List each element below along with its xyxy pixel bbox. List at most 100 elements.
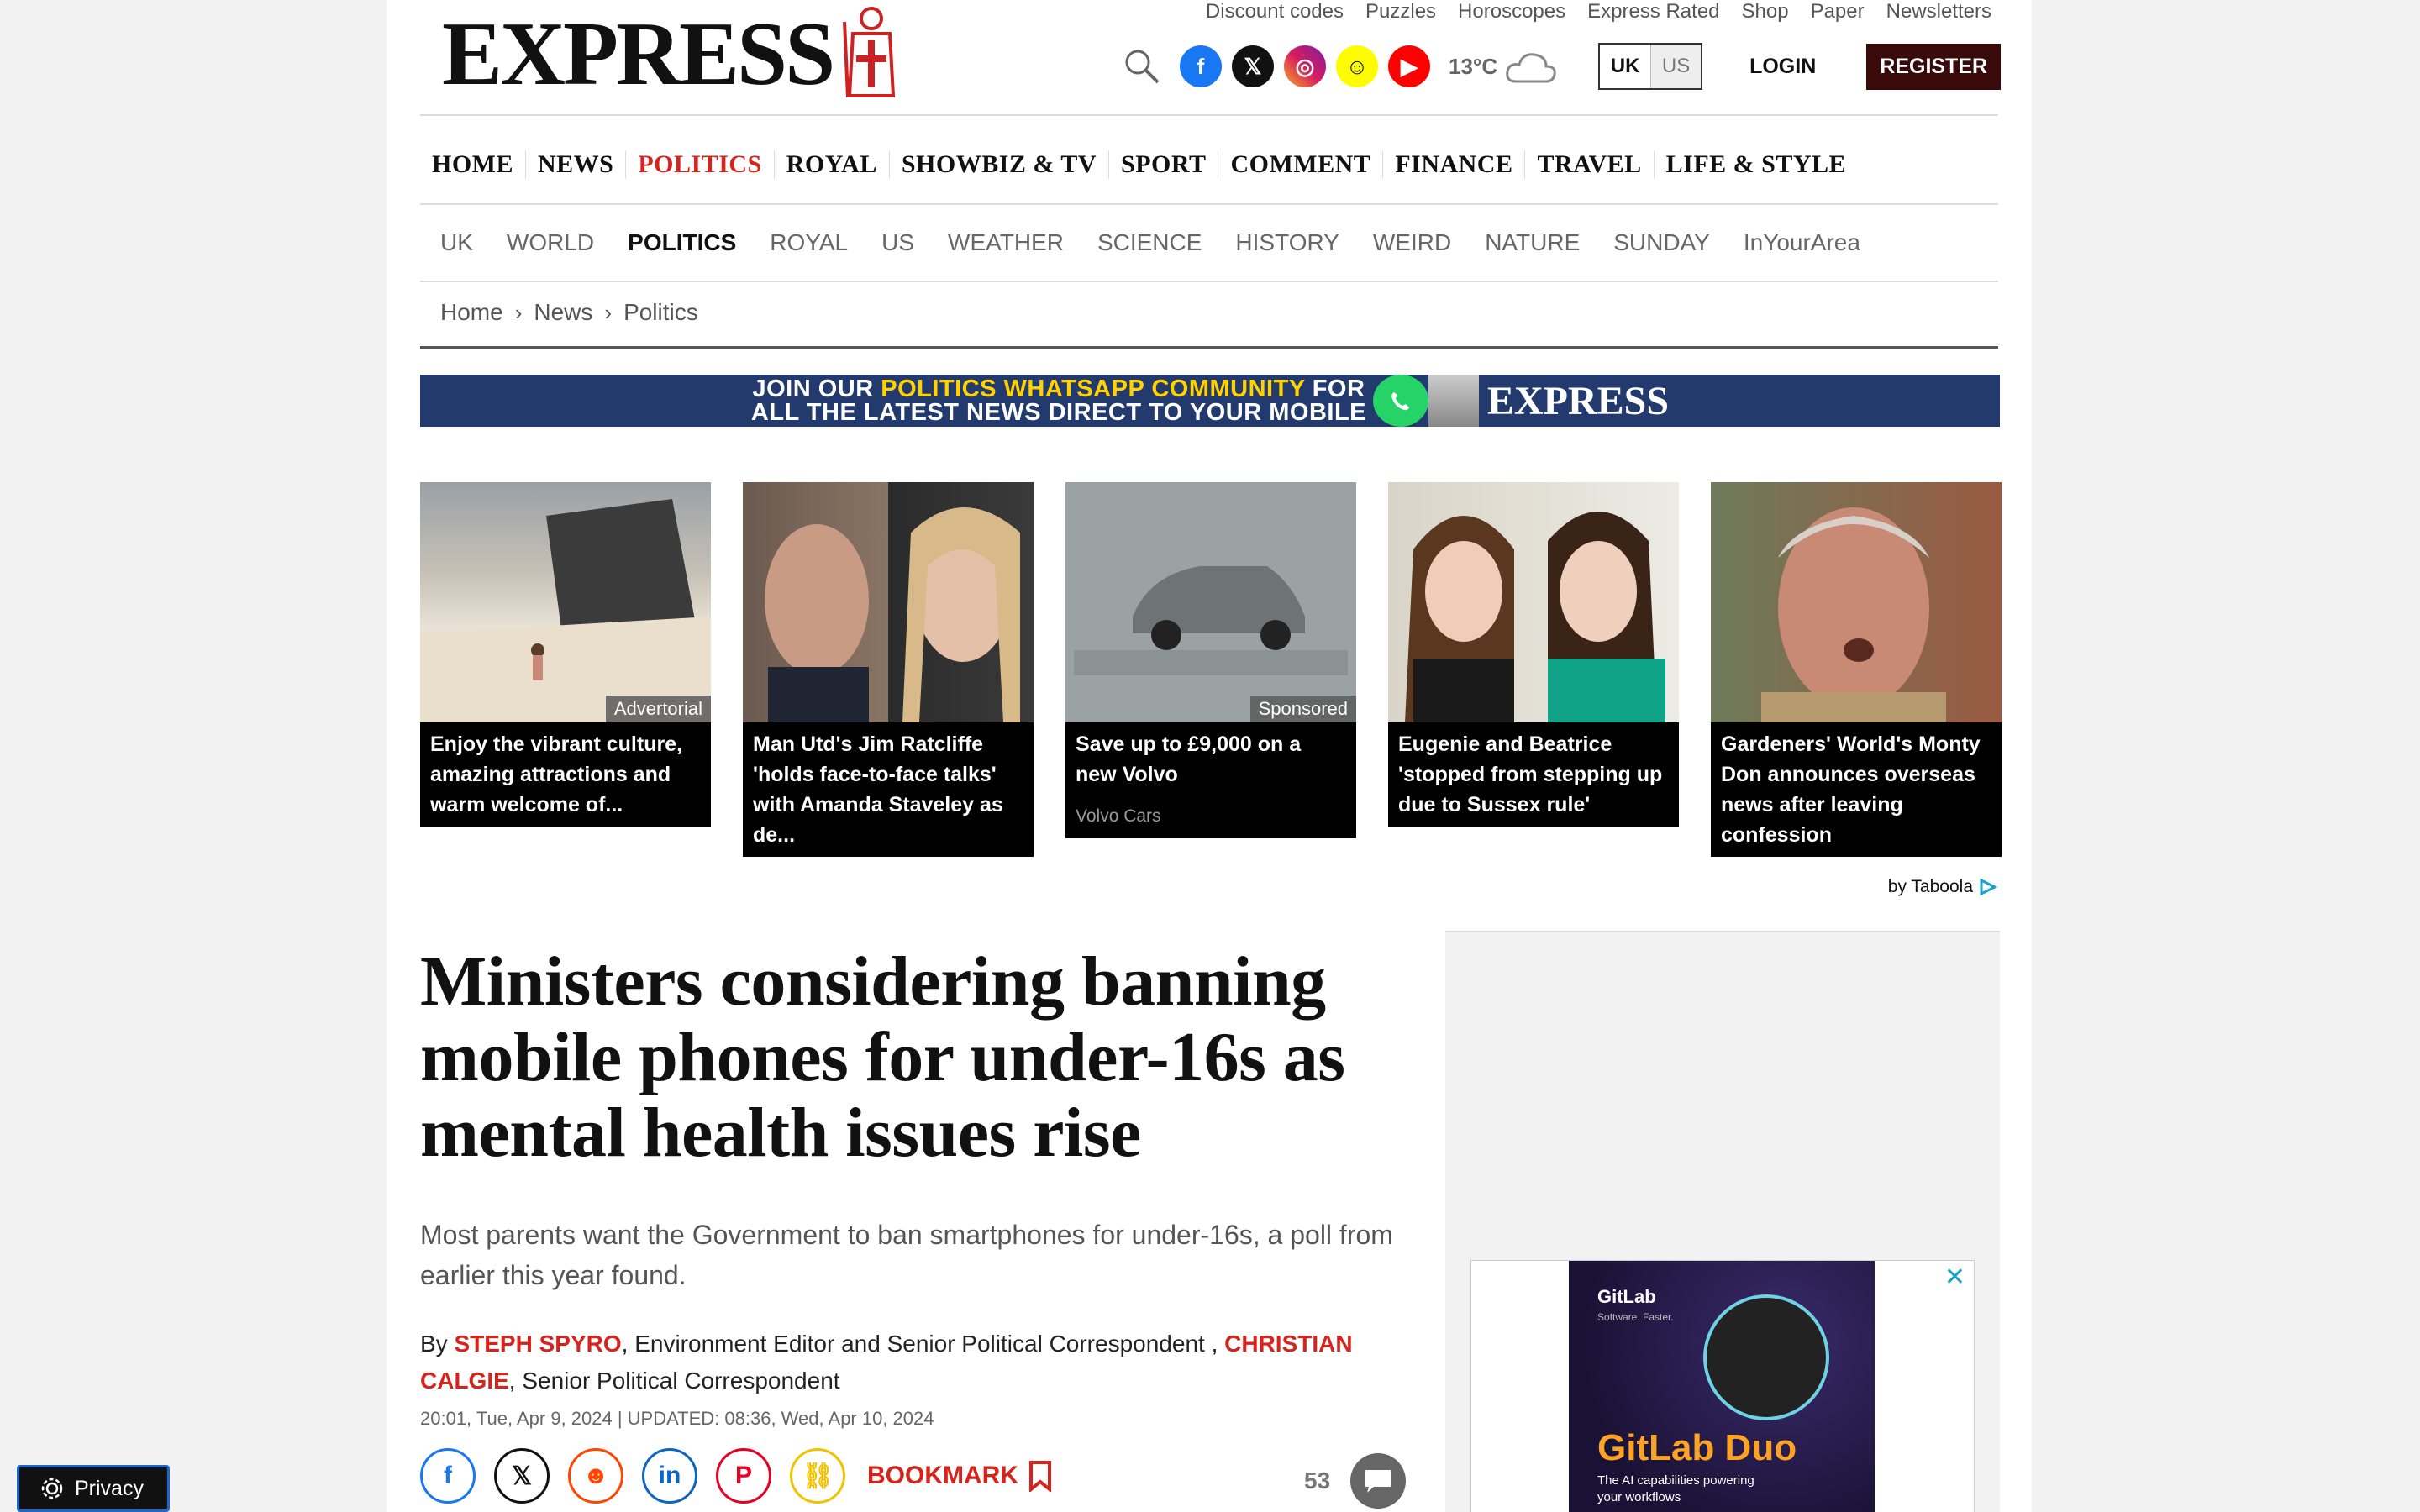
taboola-text: by Taboola bbox=[1887, 877, 1973, 896]
subnav-world[interactable]: WORLD bbox=[507, 229, 594, 256]
recommended-card[interactable]: Advertorial Enjoy the vibrant culture, a… bbox=[420, 482, 711, 857]
link-newsletters[interactable]: Newsletters bbox=[1886, 0, 1991, 24]
card-image: Sponsored bbox=[1065, 482, 1356, 722]
subnav-politics[interactable]: POLITICS bbox=[628, 229, 736, 256]
link-express-rated[interactable]: Express Rated bbox=[1587, 0, 1719, 24]
article-standfirst: Most parents want the Government to ban … bbox=[420, 1220, 1393, 1290]
nav-comment[interactable]: COMMENT bbox=[1218, 150, 1384, 179]
edition-us[interactable]: US bbox=[1650, 45, 1702, 88]
whatsapp-banner[interactable]: JOIN OUR POLITICS WHATSAPP COMMUNITY FOR… bbox=[420, 375, 2000, 427]
express-logo[interactable]: EXPRESS bbox=[442, 4, 905, 104]
page: EXPRESS Discount codes Puzzles Horoscope… bbox=[387, 0, 2032, 1512]
nav-politics[interactable]: POLITICS bbox=[626, 150, 775, 179]
edition-switch: UK US bbox=[1598, 43, 1703, 90]
card-caption: Gardeners' World's Monty Don announces o… bbox=[1711, 722, 2002, 857]
subnav-sunday[interactable]: SUNDAY bbox=[1613, 229, 1710, 256]
chevron-right-icon: › bbox=[604, 299, 613, 325]
top-links: Discount codes Puzzles Horoscopes Expres… bbox=[1206, 0, 1991, 24]
nav-showbiz[interactable]: SHOWBIZ & TV bbox=[890, 150, 1110, 179]
logo-text: EXPRESS bbox=[442, 4, 835, 104]
subnav-uk[interactable]: UK bbox=[440, 229, 473, 256]
nav-life-style[interactable]: LIFE & STYLE bbox=[1655, 150, 1858, 179]
copy-link-icon[interactable]: ⛓ bbox=[790, 1448, 845, 1504]
card-image: Advertorial bbox=[420, 482, 711, 722]
breadcrumb: Home › News › Politics bbox=[440, 299, 698, 326]
temperature: 13°C bbox=[1449, 53, 1498, 79]
card-caption: Save up to £9,000 on a new Volvo Volvo C… bbox=[1065, 722, 1356, 838]
share-x-icon[interactable]: 𝕏 bbox=[494, 1448, 550, 1504]
link-puzzles[interactable]: Puzzles bbox=[1365, 0, 1436, 24]
card-image bbox=[1711, 482, 2002, 722]
main-nav: HOME NEWS POLITICS ROYAL SHOWBIZ & TV SP… bbox=[420, 139, 1998, 190]
bookmark-icon bbox=[1029, 1461, 1051, 1492]
share-facebook-icon[interactable]: f bbox=[420, 1448, 476, 1504]
share-reddit-icon[interactable]: ☻ bbox=[568, 1448, 623, 1504]
login-link[interactable]: LOGIN bbox=[1749, 55, 1816, 79]
article-headline: Ministers considering banning mobile pho… bbox=[420, 942, 1345, 1172]
subnav-us[interactable]: US bbox=[881, 229, 914, 256]
ad-tagline: Software. Faster. bbox=[1597, 1311, 1674, 1323]
sub-nav: UK WORLD POLITICS ROYAL US WEATHER SCIEN… bbox=[440, 220, 1860, 265]
subnav-royal[interactable]: ROYAL bbox=[770, 229, 848, 256]
taboola-icon bbox=[1980, 878, 1998, 896]
subnav-weather[interactable]: WEATHER bbox=[948, 229, 1064, 256]
comment-count: 53 bbox=[1304, 1467, 1331, 1494]
divider bbox=[420, 114, 1998, 116]
author-role: , Senior Political Correspondent bbox=[508, 1368, 840, 1394]
nav-travel[interactable]: TRAVEL bbox=[1525, 150, 1655, 179]
privacy-button[interactable]: Privacy bbox=[17, 1465, 170, 1512]
author-link[interactable]: STEPH SPYRO bbox=[454, 1331, 621, 1357]
bookmark-label: BOOKMARK bbox=[867, 1462, 1018, 1489]
recommended-card[interactable]: Gardeners' World's Monty Don announces o… bbox=[1711, 482, 2002, 857]
link-horoscopes[interactable]: Horoscopes bbox=[1458, 0, 1565, 24]
x-icon[interactable]: 𝕏 bbox=[1232, 45, 1274, 87]
card-source: Volvo Cars bbox=[1076, 806, 1161, 826]
byline: By STEPH SPYRO, Environment Editor and S… bbox=[420, 1326, 1412, 1399]
snapchat-icon[interactable]: ☺ bbox=[1336, 45, 1378, 87]
nav-finance[interactable]: FINANCE bbox=[1383, 150, 1526, 179]
comment-bubble-icon bbox=[1350, 1453, 1407, 1509]
comments-link[interactable]: 53 bbox=[1304, 1453, 1407, 1509]
register-button[interactable]: REGISTER bbox=[1866, 43, 2002, 90]
card-tag: Sponsored bbox=[1249, 696, 1356, 722]
recommended-card[interactable]: Sponsored Save up to £9,000 on a new Vol… bbox=[1065, 482, 1356, 857]
gitlab-tanuki-icon bbox=[1703, 1294, 1829, 1420]
taboola-attribution[interactable]: by Taboola bbox=[1888, 877, 1998, 897]
card-image bbox=[1388, 482, 1679, 722]
nav-sport[interactable]: SPORT bbox=[1109, 150, 1219, 179]
facebook-icon[interactable]: f bbox=[1180, 45, 1222, 87]
nav-home[interactable]: HOME bbox=[420, 150, 526, 179]
nav-royal[interactable]: ROYAL bbox=[775, 150, 890, 179]
byline-prefix: By bbox=[420, 1331, 455, 1357]
bookmark-button[interactable]: BOOKMARK bbox=[867, 1460, 1052, 1492]
instagram-icon[interactable]: ◎ bbox=[1284, 45, 1326, 87]
article-dates: 20:01, Tue, Apr 9, 2024 | UPDATED: 08:36… bbox=[420, 1408, 934, 1429]
recommended-card[interactable]: Eugenie and Beatrice 'stopped from stepp… bbox=[1388, 482, 1679, 857]
subnav-science[interactable]: SCIENCE bbox=[1097, 229, 1202, 256]
edition-uk[interactable]: UK bbox=[1600, 45, 1651, 88]
card-tag: Advertorial bbox=[605, 696, 711, 722]
banner-logo: EXPRESS bbox=[1487, 378, 1670, 423]
cloud-icon bbox=[1506, 53, 1556, 83]
subnav-history[interactable]: HISTORY bbox=[1235, 229, 1339, 256]
search-icon[interactable] bbox=[1123, 47, 1161, 86]
ad-product: GitLab Duo bbox=[1597, 1427, 1797, 1468]
ad-creative: GitLab Software. Faster. GitLab Duo The … bbox=[1569, 1261, 1875, 1512]
crumb-politics[interactable]: Politics bbox=[623, 299, 698, 326]
link-discount-codes[interactable]: Discount codes bbox=[1206, 0, 1344, 24]
subnav-inyourarea[interactable]: InYourArea bbox=[1744, 229, 1860, 256]
advert[interactable]: ✕ GitLab Software. Faster. GitLab Duo Th… bbox=[1470, 1260, 1975, 1512]
nav-news[interactable]: NEWS bbox=[526, 150, 627, 179]
recommended-card[interactable]: Man Utd's Jim Ratcliffe 'holds face-to-f… bbox=[743, 482, 1034, 857]
share-linkedin-icon[interactable]: in bbox=[642, 1448, 697, 1504]
crumb-news[interactable]: News bbox=[534, 299, 592, 326]
link-paper[interactable]: Paper bbox=[1811, 0, 1865, 24]
crumb-home[interactable]: Home bbox=[440, 299, 503, 326]
close-icon[interactable]: ✕ bbox=[1944, 1263, 1965, 1292]
link-shop[interactable]: Shop bbox=[1742, 0, 1789, 24]
subnav-weird[interactable]: WEIRD bbox=[1373, 229, 1451, 256]
share-pinterest-icon[interactable]: P bbox=[716, 1448, 771, 1504]
subnav-nature[interactable]: NATURE bbox=[1485, 229, 1580, 256]
youtube-icon[interactable]: ▶ bbox=[1388, 45, 1430, 87]
ad-sub: The AI capabilities powering your workfl… bbox=[1597, 1473, 1754, 1504]
